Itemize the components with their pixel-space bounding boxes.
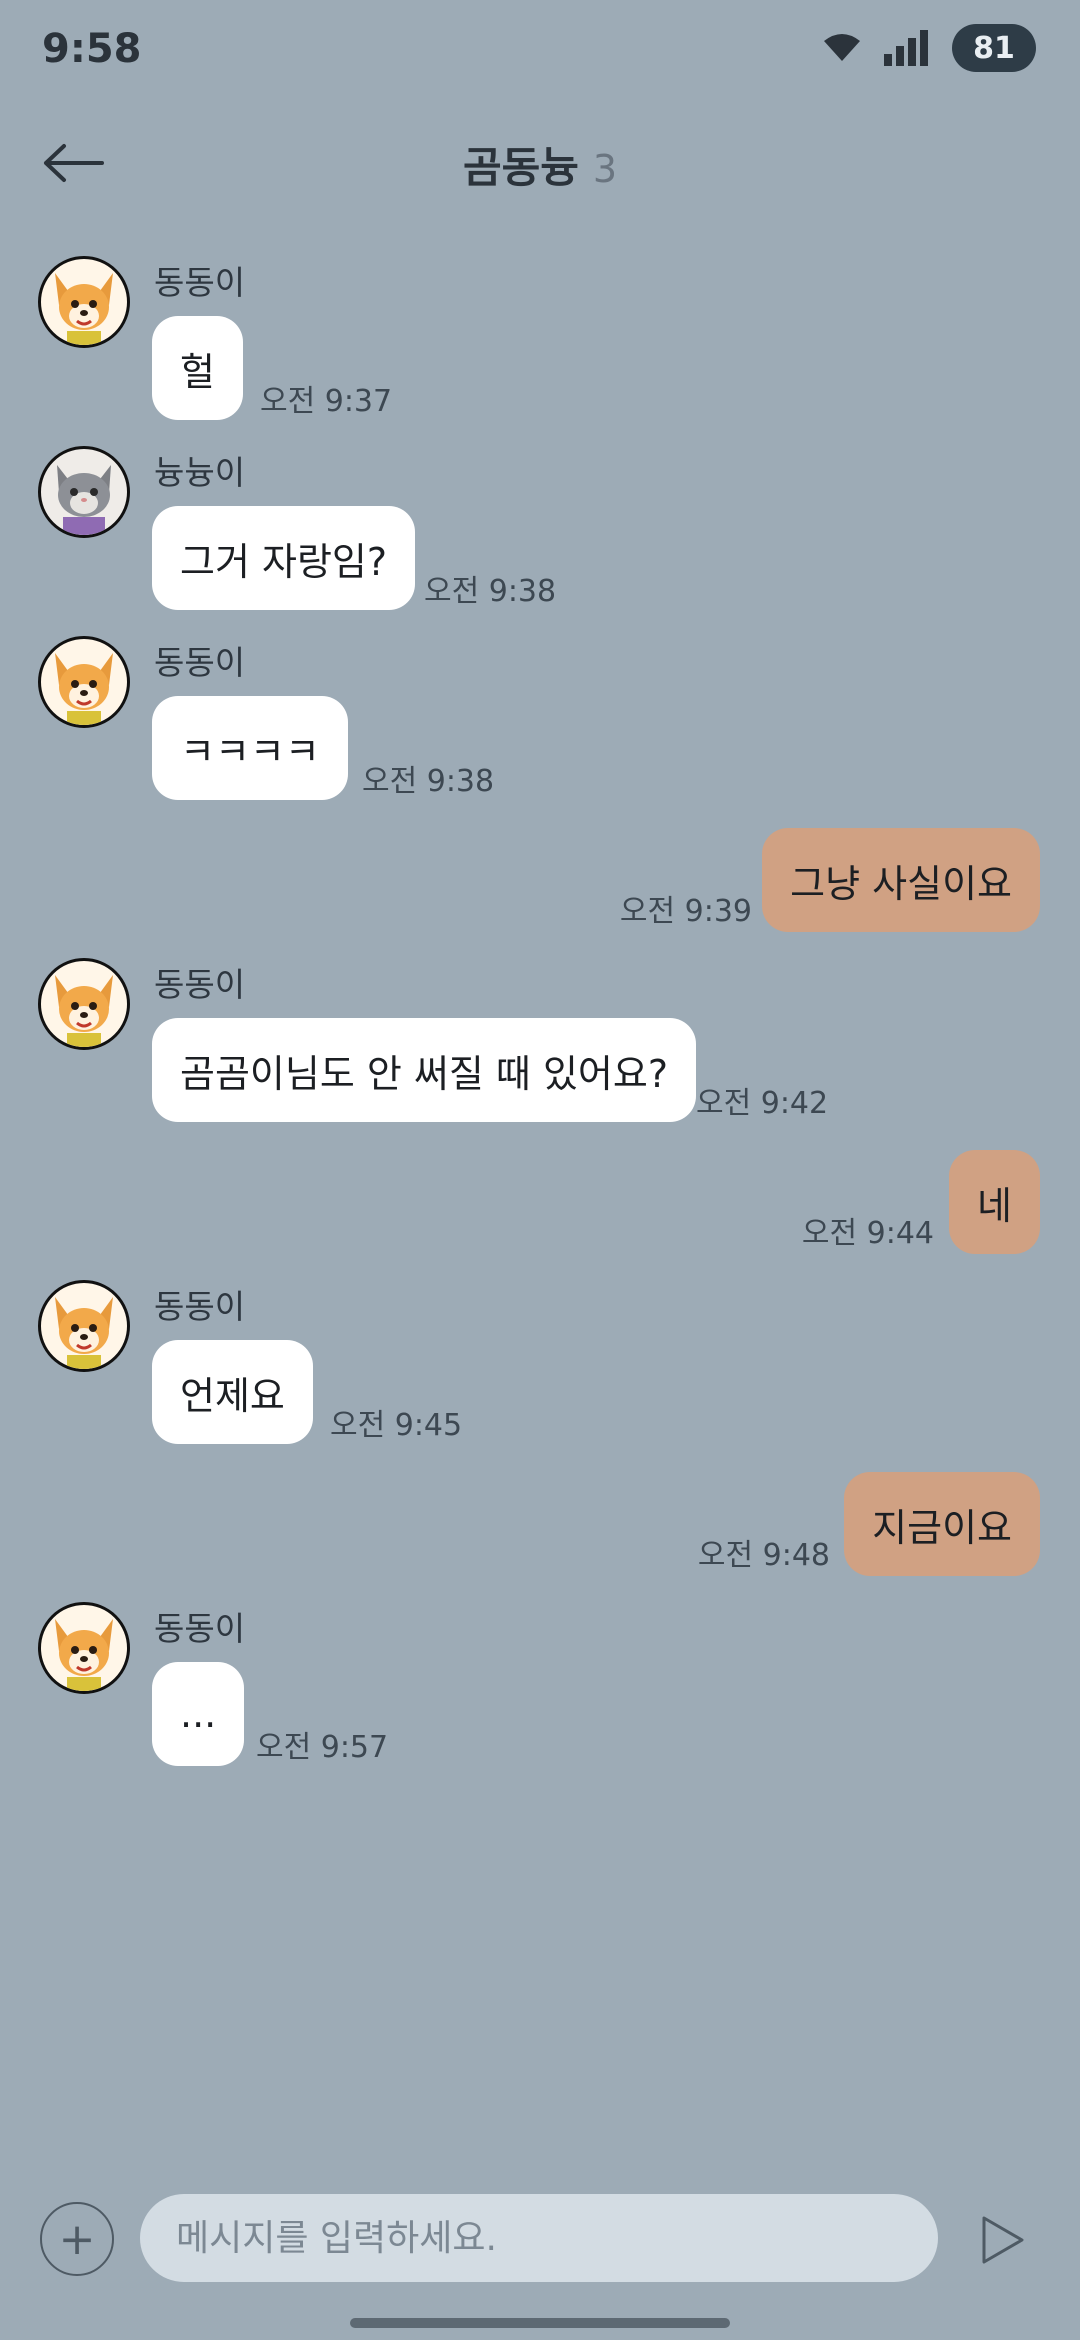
- message-time: 오전 9:39: [619, 894, 752, 929]
- dog-icon: [55, 1619, 113, 1691]
- message-time: 오전 9:48: [697, 1538, 830, 1573]
- message-time: 오전 9:57: [256, 1730, 389, 1765]
- message-time: 오전 9:38: [362, 764, 495, 799]
- message-item-mine: 지금이요 오전 9:48: [140, 1472, 1040, 1576]
- status-time: 9:58: [42, 26, 142, 72]
- dog-avatar[interactable]: [38, 958, 130, 1050]
- member-count: 3: [592, 147, 618, 191]
- dog-icon: [55, 273, 113, 345]
- message-bubble-mine[interactable]: 그냥 사실이요: [762, 828, 1040, 932]
- room-name: 곰동늉: [462, 143, 579, 192]
- dog-avatar[interactable]: [38, 1280, 130, 1372]
- dog-avatar[interactable]: [38, 256, 130, 348]
- message-item-mine: 그냥 사실이요 오전 9:39: [140, 828, 1040, 932]
- dog-avatar[interactable]: [38, 636, 130, 728]
- message-bubble[interactable]: ...: [152, 1662, 245, 1766]
- message-item-mine: 네 오전 9:44: [140, 1150, 1040, 1254]
- add-button[interactable]: +: [40, 2202, 114, 2276]
- message-bubble[interactable]: 헐: [152, 316, 243, 420]
- send-button[interactable]: [978, 2212, 1028, 2268]
- sender-name: 동동이: [154, 1287, 246, 1326]
- cat-icon: [57, 465, 111, 535]
- message-time: 오전 9:38: [424, 574, 557, 609]
- sender-name: 동동이: [154, 965, 246, 1004]
- message-bubble-mine[interactable]: 지금이요: [844, 1472, 1040, 1576]
- chat-title: 곰동늉 3: [0, 134, 1080, 195]
- message-bubble[interactable]: 언제요: [152, 1340, 313, 1444]
- message-time: 오전 9:44: [801, 1216, 934, 1251]
- message-composer: +: [0, 2190, 1080, 2290]
- chat-header: 곰동늉 3: [0, 110, 1080, 220]
- battery-indicator: 81: [952, 24, 1036, 72]
- send-icon: [982, 2216, 1024, 2264]
- status-bar: 9:58 81: [0, 0, 1080, 100]
- signal-icon: [884, 30, 928, 66]
- status-icons: 81: [822, 24, 1036, 72]
- dog-icon: [55, 975, 113, 1047]
- message-time: 오전 9:37: [260, 384, 393, 419]
- message-input[interactable]: [140, 2194, 938, 2282]
- dog-icon: [55, 1297, 113, 1369]
- dog-avatar[interactable]: [38, 1602, 130, 1694]
- home-indicator: [350, 2318, 730, 2328]
- message-bubble[interactable]: 그거 자랑임?: [152, 506, 416, 610]
- sender-name: 동동이: [154, 263, 246, 302]
- message-time: 오전 9:45: [330, 1408, 463, 1443]
- sender-name: 늉늉이: [154, 453, 246, 492]
- message-bubble-mine[interactable]: 네: [949, 1150, 1040, 1254]
- sender-name: 동동이: [154, 643, 246, 682]
- dog-icon: [55, 653, 113, 725]
- cat-avatar[interactable]: [38, 446, 130, 538]
- plus-icon: +: [58, 2213, 96, 2265]
- sender-name: 동동이: [154, 1609, 246, 1648]
- message-time: 오전 9:42: [696, 1086, 829, 1121]
- message-bubble[interactable]: ㅋㅋㅋㅋ: [152, 696, 348, 800]
- message-bubble[interactable]: 곰곰이님도 안 써질 때 있어요?: [152, 1018, 697, 1122]
- wifi-icon: [824, 34, 860, 61]
